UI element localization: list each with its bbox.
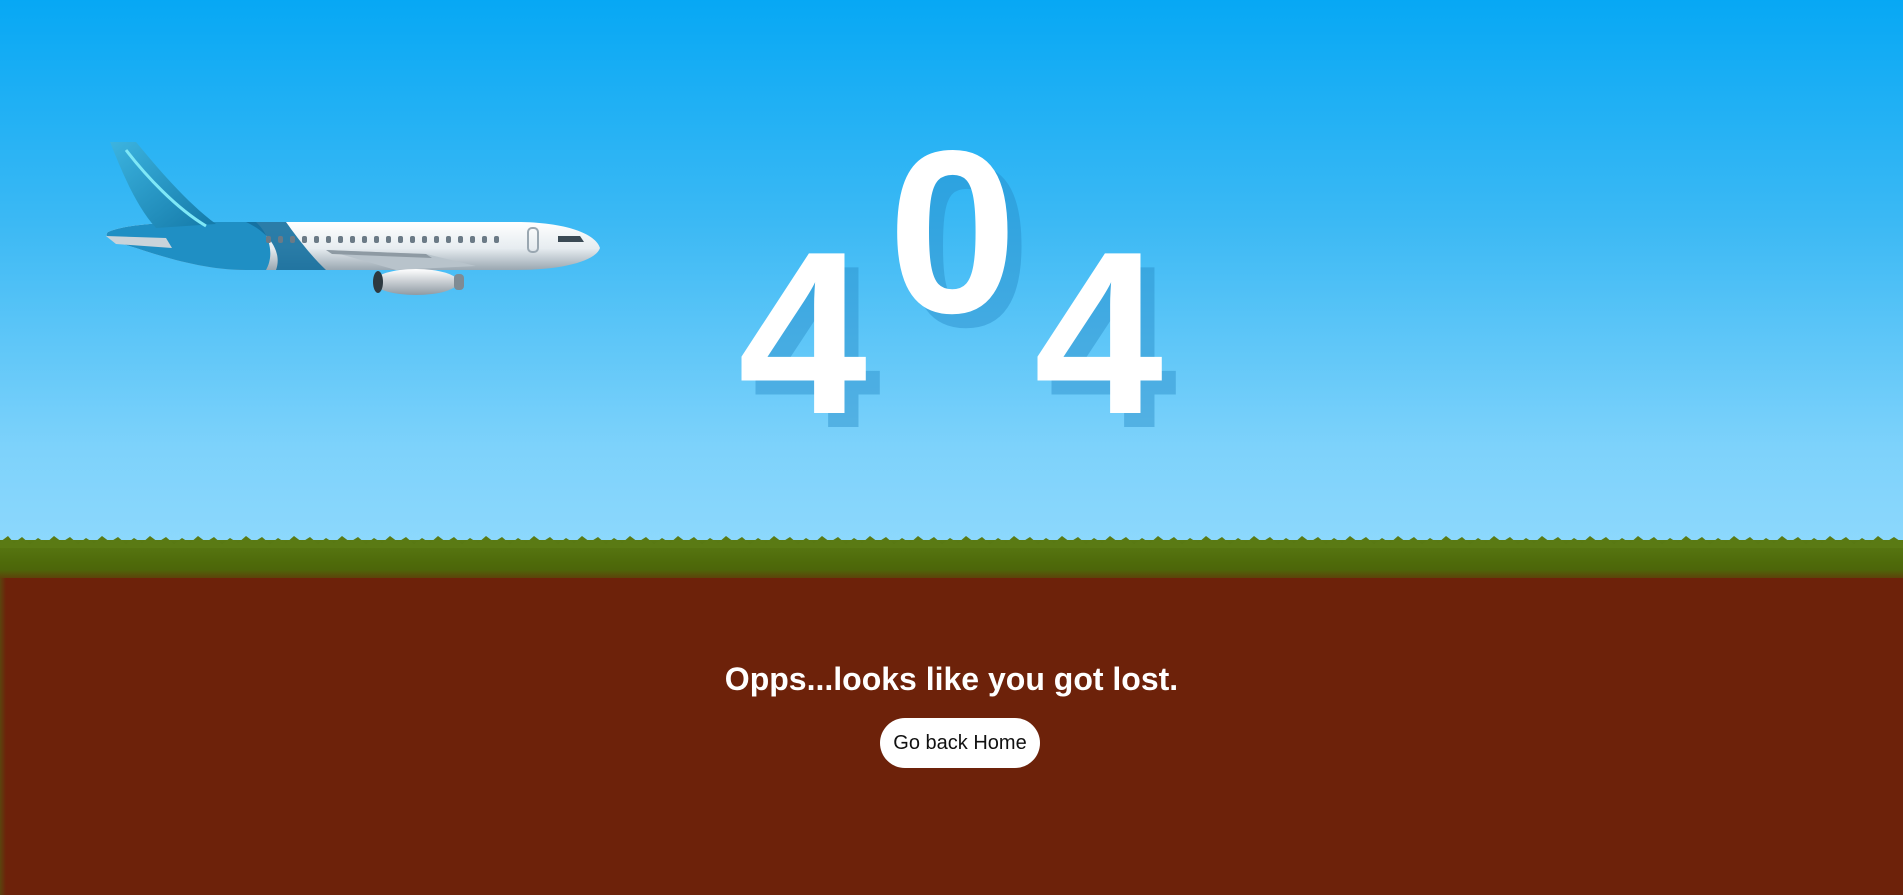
error-digit-last: 4 [1034,204,1164,463]
soil-edge [0,578,6,895]
error-code-404: 4 0 4 [0,0,1903,540]
error-digit-middle: 0 [888,103,1018,362]
lost-message: Opps...looks like you got lost. [724,661,1179,697]
grass-blades [0,536,1903,548]
go-back-home-button[interactable]: Go back Home [880,718,1040,768]
error-digit-first: 4 [738,204,868,463]
